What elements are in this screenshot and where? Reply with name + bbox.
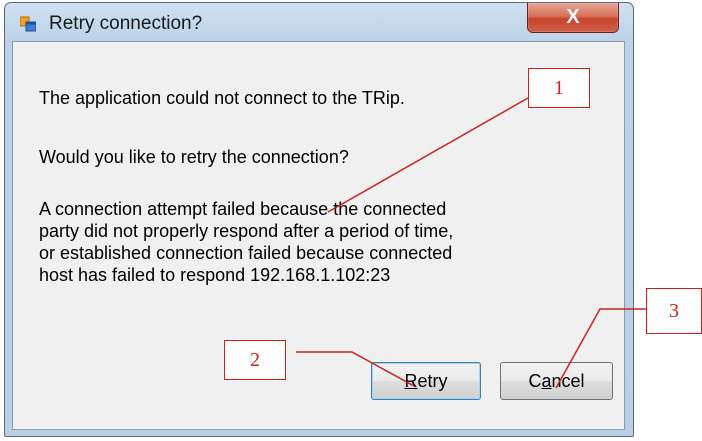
close-icon: X: [566, 6, 580, 28]
close-button[interactable]: X: [527, 3, 619, 33]
annotation-callout-3: 3: [646, 288, 702, 334]
message-connection-failed: The application could not connect to the…: [39, 88, 405, 108]
annotation-callout-1: 1: [528, 68, 590, 108]
application-window-icon: [19, 16, 37, 32]
retry-button[interactable]: Retry: [371, 362, 481, 400]
cancel-mnemonic: a: [541, 371, 552, 391]
annotation-callout-2: 2: [224, 340, 286, 380]
title-bar[interactable]: Retry connection? X: [5, 3, 633, 41]
cancel-label-prefix: C: [528, 371, 542, 391]
retry-label: etry: [417, 371, 448, 391]
cancel-button[interactable]: Cancel: [500, 362, 613, 400]
dialog-title: Retry connection?: [49, 13, 203, 34]
cancel-label: ncel: [551, 371, 585, 391]
retry-mnemonic: R: [404, 371, 418, 391]
message-retry-question: Would you like to retry the connection?: [39, 147, 349, 167]
message-error-details: A connection attempt failed because the …: [39, 199, 454, 285]
